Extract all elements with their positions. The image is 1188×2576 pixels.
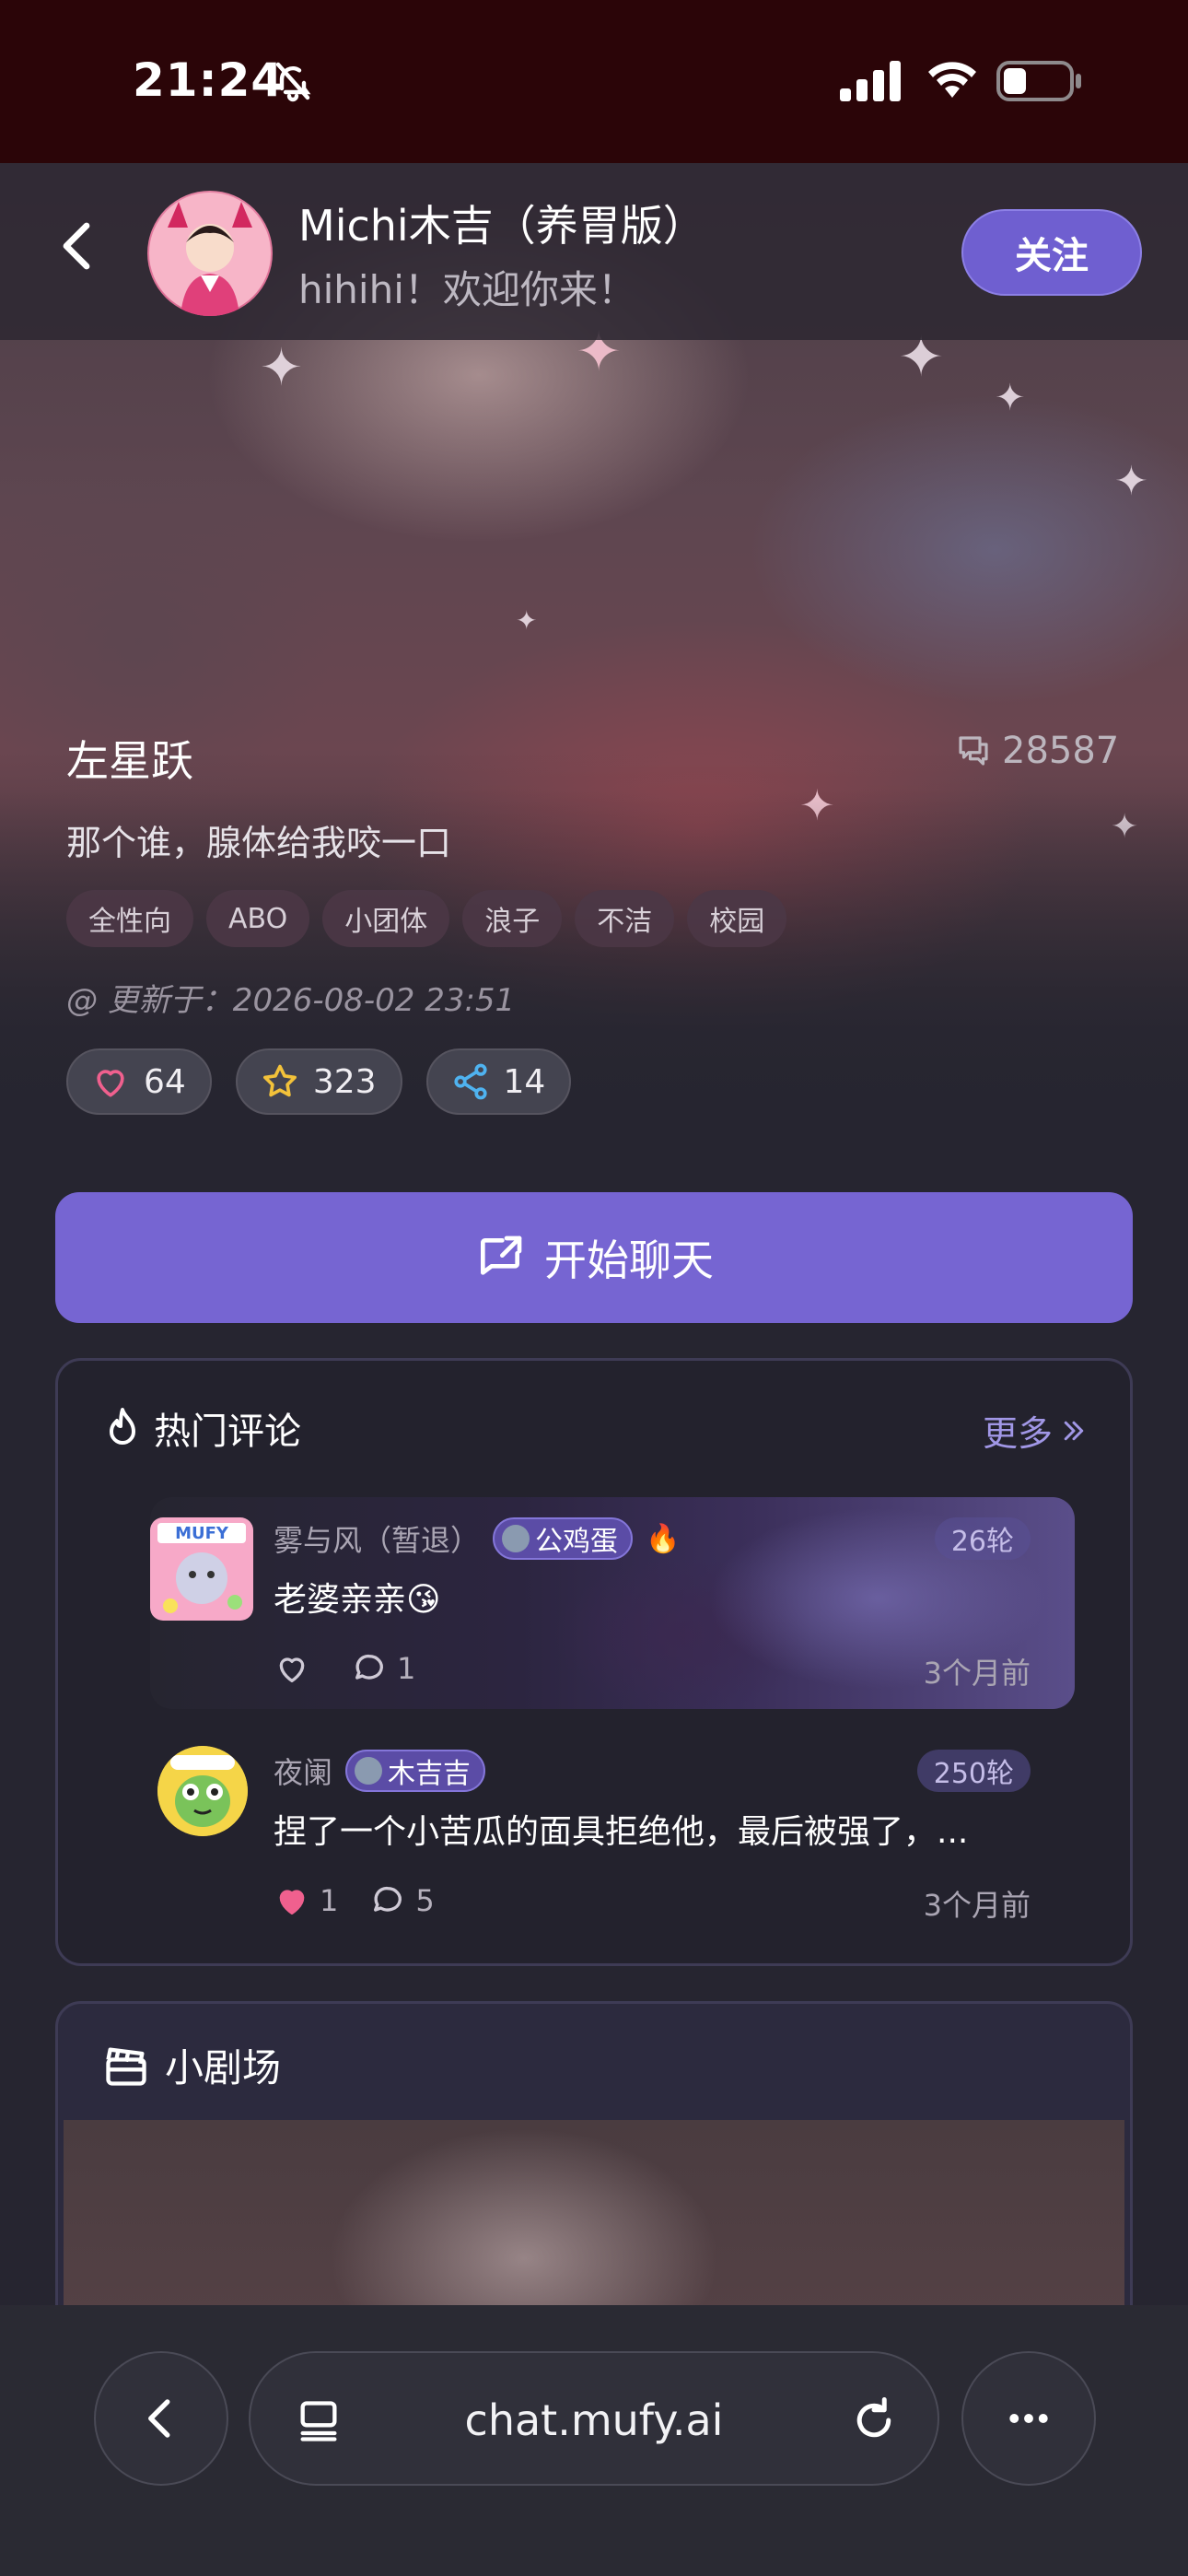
back-chevron-icon[interactable] <box>55 218 99 274</box>
badge-label: 公鸡蛋 <box>535 1526 619 1558</box>
chat-rounds: 250轮 <box>916 1750 1031 1792</box>
badge-label: 木吉吉 <box>388 1758 472 1790</box>
reload-icon[interactable] <box>849 2395 899 2445</box>
reply-bubble-icon <box>355 1654 383 1680</box>
start-chat-button[interactable]: 开始聊天 <box>55 1192 1133 1323</box>
svg-text:MUFY: MUFY <box>175 1524 229 1543</box>
sparkle-icon: ✦ <box>1114 458 1148 505</box>
browser-toolbar: chat.mufy.ai <box>0 2305 1188 2576</box>
tag[interactable]: 浪子 <box>462 890 563 947</box>
comment-reply-button[interactable]: 1 <box>351 1650 415 1687</box>
more-comments-link[interactable]: 更多 <box>983 1405 1088 1456</box>
heart-outline-icon <box>279 1657 305 1682</box>
start-chat-label: 开始聊天 <box>544 1235 714 1285</box>
character-intro: 那个谁，腺体给我咬一口 <box>66 823 452 863</box>
badge-avatar <box>355 1757 383 1785</box>
battery-icon <box>996 61 1081 101</box>
favorite-count: 323 <box>312 1062 377 1101</box>
hot-comments-title: 热门评论 <box>102 1401 301 1455</box>
comment-text: 捏了一个小苦瓜的面具拒绝他，最后被强了，... <box>274 1813 969 1851</box>
heart-filled-icon <box>279 1890 305 1914</box>
reply-bubble-icon <box>374 1886 402 1912</box>
tag[interactable]: 全性向 <box>66 890 193 947</box>
commenter-avatar[interactable] <box>157 1746 248 1836</box>
stats-row: 64 323 14 <box>66 1048 572 1115</box>
comment-like-button[interactable] <box>274 1650 320 1687</box>
star-icon <box>262 1064 297 1097</box>
tag[interactable]: ABO <box>206 890 310 947</box>
creator-name: Michi木吉（养胃版） <box>298 201 705 251</box>
favorite-button[interactable]: 323 <box>235 1048 402 1115</box>
more-label: 更多 <box>982 1413 1053 1454</box>
comment-user-row: 雾与风（暂退） 公鸡蛋 🔥 <box>274 1517 680 1560</box>
comment-reply-button[interactable]: 5 <box>369 1882 435 1919</box>
hot-flame-icon: 🔥 <box>646 1522 681 1555</box>
avatar-illustration <box>157 1746 248 1836</box>
commenter-name[interactable]: 雾与风（暂退） <box>274 1517 480 1560</box>
avatar-illustration: MUFY <box>150 1517 253 1621</box>
comment-user-row: 夜阑 木吉吉 <box>274 1750 486 1792</box>
comment-reply-count: 1 <box>397 1651 416 1686</box>
comment-like-count: 1 <box>320 1883 339 1918</box>
creator-greeting: hihihi！欢迎你来！ <box>298 267 636 312</box>
role-badge: 公鸡蛋 <box>493 1517 634 1560</box>
comment-item[interactable]: MUFY 雾与风（暂退） 公鸡蛋 🔥 26轮 老婆亲亲😘 1 3个月前 <box>150 1497 1075 1709</box>
sparkle-icon: ✦ <box>516 605 538 636</box>
share-button[interactable]: 14 <box>425 1048 572 1115</box>
tag-list: 全性向 ABO 小团体 浪子 不洁 校园 <box>66 890 787 947</box>
address-bar[interactable]: chat.mufy.ai <box>249 2351 939 2486</box>
badge-avatar <box>502 1525 530 1552</box>
status-bar: 21:24 <box>0 0 1188 163</box>
tag[interactable]: 校园 <box>687 890 787 947</box>
share-count: 14 <box>503 1062 546 1101</box>
bell-muted-icon <box>275 62 311 102</box>
like-count: 64 <box>144 1062 186 1101</box>
browser-more-button[interactable] <box>961 2351 1096 2486</box>
updated-time: @ 更新于：2026-08-02 23:51 <box>66 982 516 1019</box>
status-time: 21:24 <box>133 53 285 107</box>
comment-actions: 1 5 <box>274 1882 435 1919</box>
chat-start-icon <box>481 1235 522 1275</box>
commenter-name[interactable]: 夜阑 <box>274 1750 332 1792</box>
comment-text: 老婆亲亲😘 <box>274 1581 441 1619</box>
like-button[interactable]: 64 <box>66 1048 212 1115</box>
comment-like-button[interactable]: 1 <box>274 1882 338 1919</box>
character-header: Michi木吉（养胃版） hihihi！欢迎你来！ 关注 <box>0 163 1188 340</box>
comment-time: 3个月前 <box>923 1656 1031 1691</box>
browser-back-button[interactable] <box>94 2351 228 2486</box>
sparkle-icon: ✦ <box>995 377 1026 419</box>
url-text: chat.mufy.ai <box>464 2395 724 2445</box>
avatar-illustration <box>149 193 271 316</box>
creator-avatar[interactable] <box>147 191 273 316</box>
tag[interactable]: 不洁 <box>575 890 675 947</box>
chat-count-value: 28587 <box>1002 730 1120 772</box>
app-screen: 21:24 ✦ ✦ ✦ ✦ ✦ ✦ ✦ <box>0 0 1188 2576</box>
tag[interactable]: 小团体 <box>322 890 450 947</box>
character-name: 左星跃 <box>66 736 193 786</box>
theater-label: 小剧场 <box>165 2045 282 2090</box>
flame-icon <box>110 1408 135 1445</box>
chat-bubble-icon <box>959 736 988 766</box>
comment-reply-count: 5 <box>415 1883 435 1918</box>
comment-actions: 1 <box>274 1650 415 1687</box>
clapperboard-icon <box>106 2047 146 2086</box>
commenter-avatar[interactable]: MUFY <box>150 1517 253 1621</box>
chat-rounds: 26轮 <box>934 1517 1031 1560</box>
role-badge: 木吉吉 <box>345 1750 486 1792</box>
double-chevron-right-icon <box>1064 1421 1084 1440</box>
more-dots-icon <box>1009 2414 1048 2423</box>
share-icon <box>453 1063 487 1100</box>
comment-time: 3个月前 <box>923 1888 1031 1923</box>
cellular-signal-icon <box>840 61 901 101</box>
wifi-icon <box>928 62 976 98</box>
hot-comments-label: 热门评论 <box>154 1411 301 1453</box>
follow-button[interactable]: 关注 <box>961 209 1142 296</box>
chevron-left-icon <box>148 2399 170 2438</box>
theater-title: 小剧场 <box>102 2037 281 2093</box>
chat-count: 28587 <box>954 730 1119 772</box>
heart-icon <box>97 1070 124 1097</box>
hot-comments-card: 热门评论 更多 MUFY 雾与风（暂退） 公鸡蛋 🔥 26轮 老婆亲亲😘 1 3… <box>55 1358 1133 1966</box>
sparkle-icon: ✦ <box>260 338 303 398</box>
comment-item[interactable]: 夜阑 木吉吉 250轮 捏了一个小苦瓜的面具拒绝他，最后被强了，... 1 5 … <box>150 1729 1075 1941</box>
